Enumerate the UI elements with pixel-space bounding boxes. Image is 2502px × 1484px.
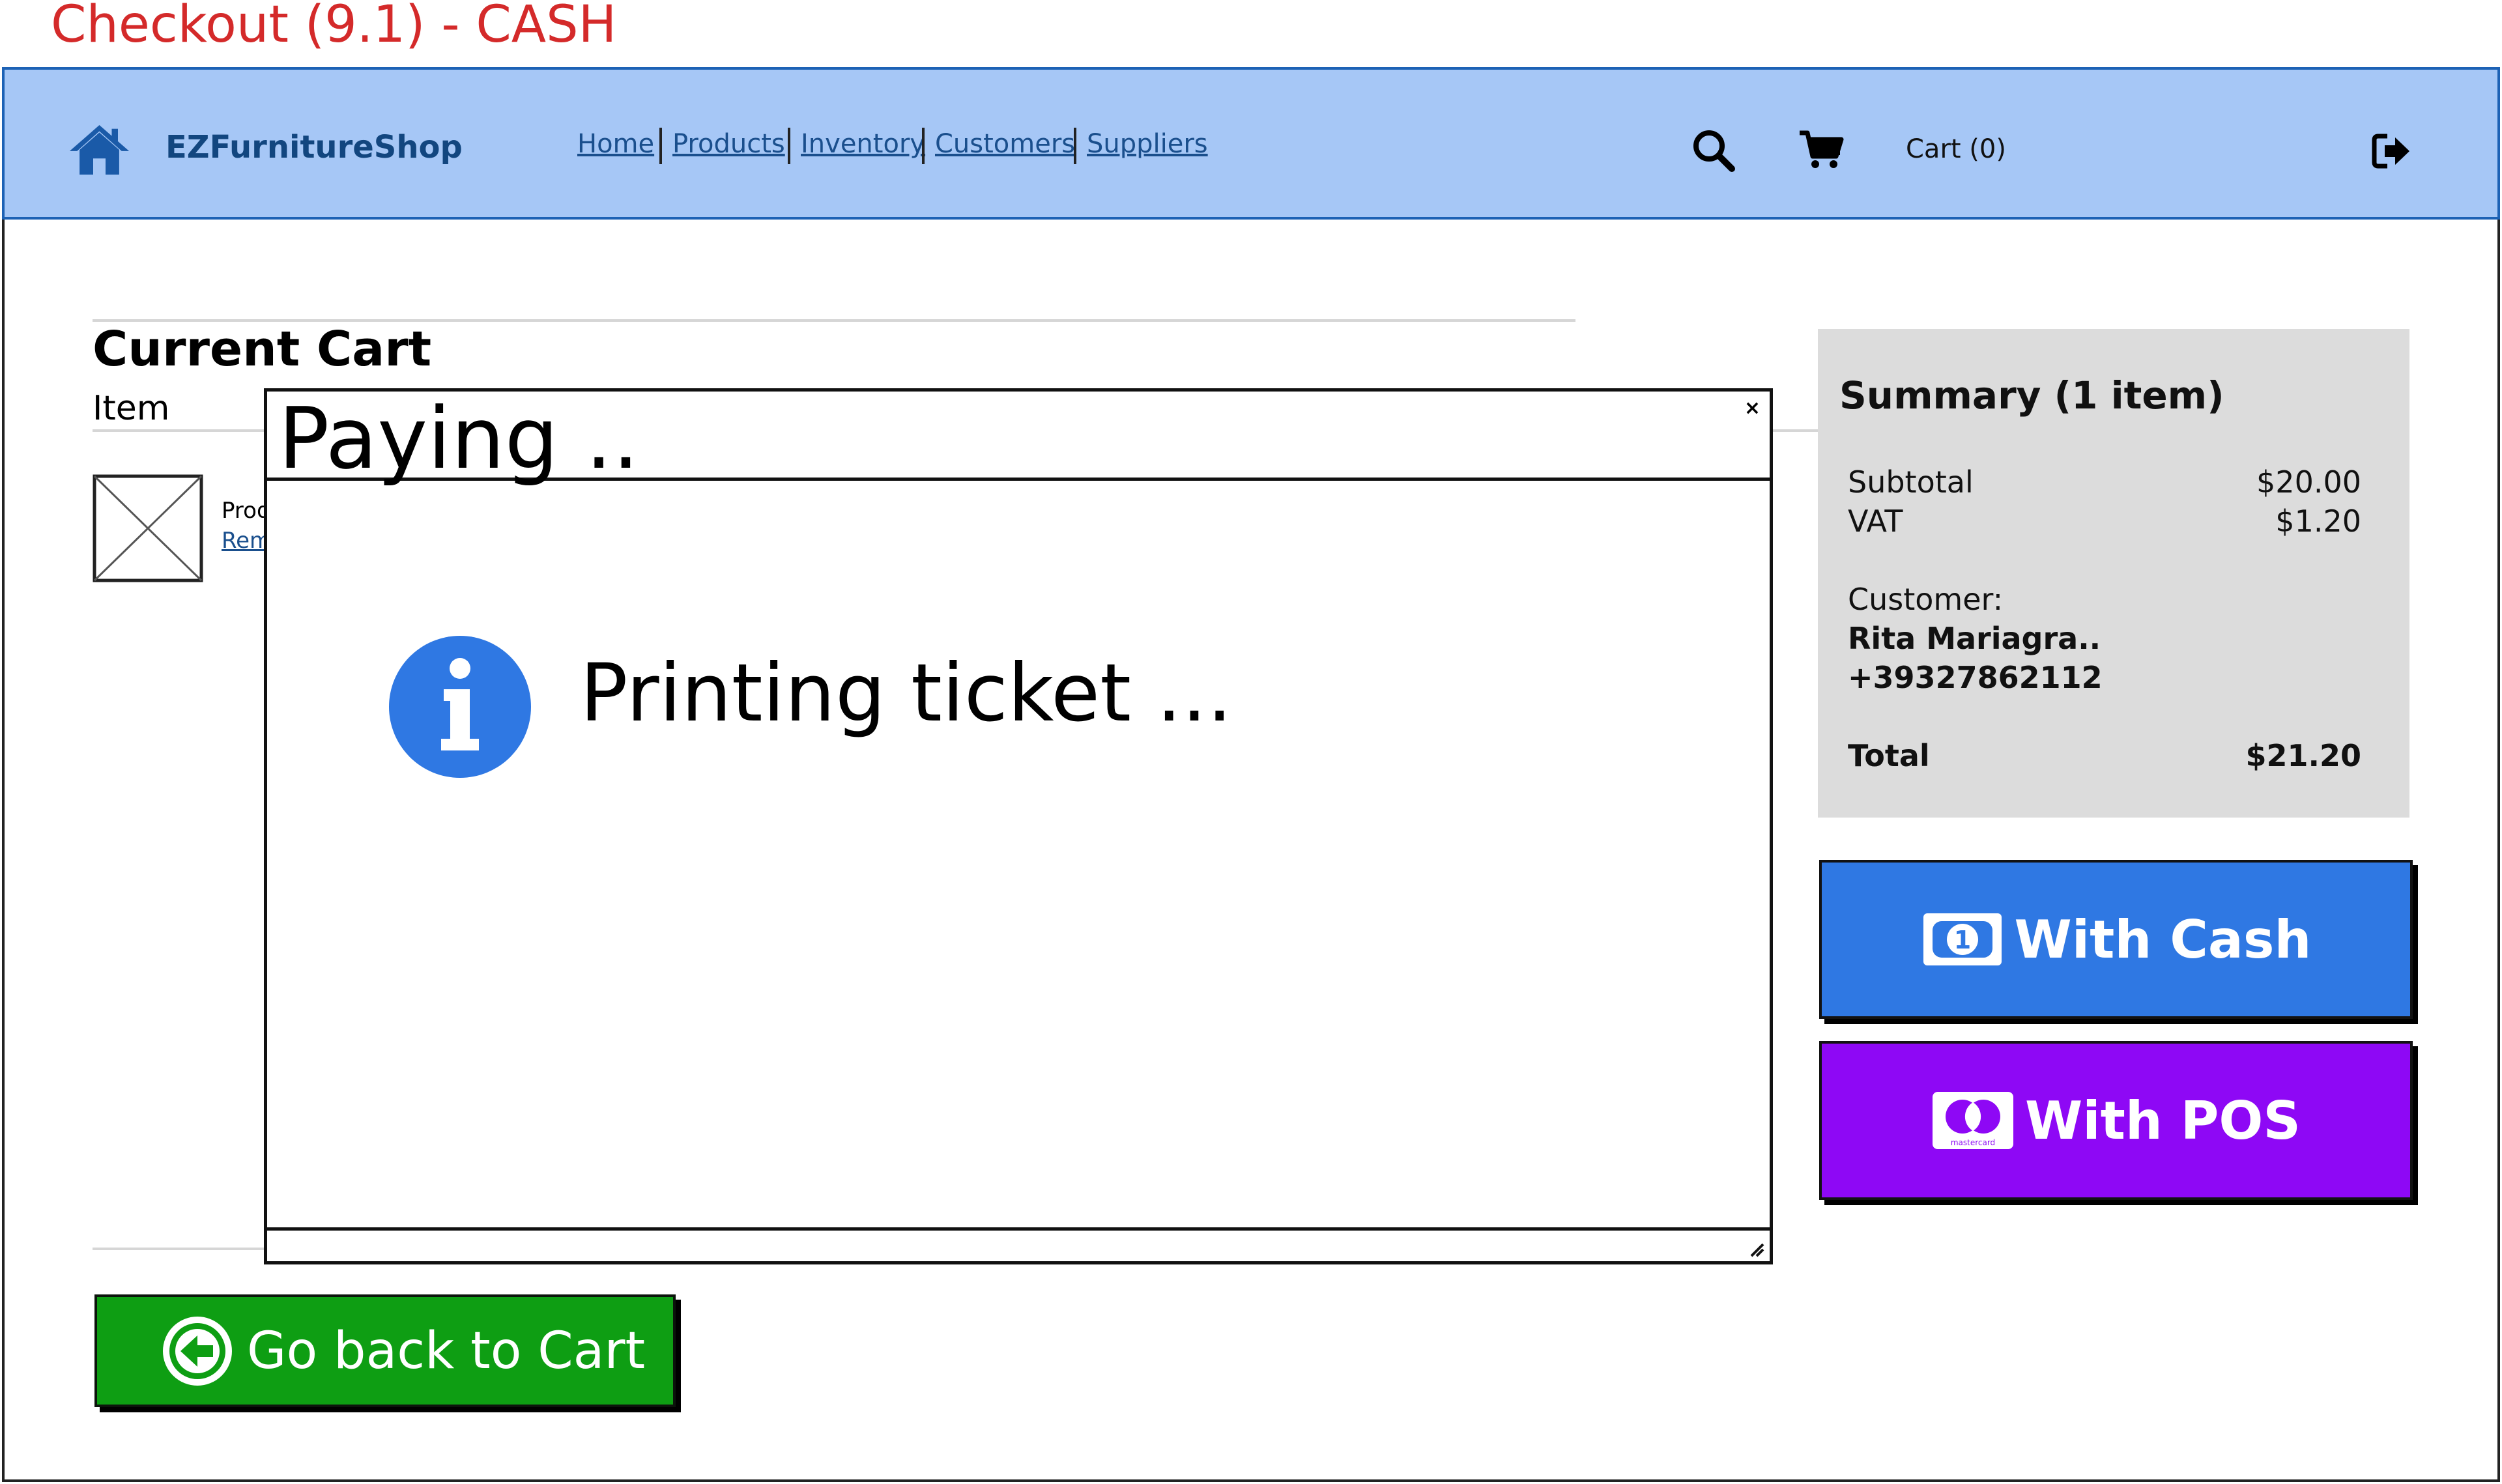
customer-label: Customer: xyxy=(1848,582,2004,617)
nav-link-products[interactable]: Products xyxy=(672,129,785,159)
home-icon[interactable] xyxy=(68,124,130,176)
nav-separator xyxy=(788,128,790,164)
subtotal-value: $20.00 xyxy=(2256,464,2361,500)
summary-panel: Summary (1 item) Subtotal $20.00 VAT $1.… xyxy=(1818,329,2409,818)
brand-name[interactable]: EZFurnitureShop xyxy=(165,129,463,165)
pay-with-cash-button[interactable]: 1 With Cash xyxy=(1819,860,2413,1019)
modal-title: Paying .. xyxy=(278,389,640,488)
cart-title: Current Cart xyxy=(93,321,432,377)
customer-name: Rita Mariagra.. xyxy=(1848,621,2101,656)
go-back-to-cart-button[interactable]: Go back to Cart xyxy=(94,1294,676,1407)
product-image-placeholder xyxy=(93,474,203,582)
pay-with-pos-button[interactable]: mastercard With POS xyxy=(1819,1041,2413,1200)
vat-label: VAT xyxy=(1848,504,1903,539)
total-value: $21.20 xyxy=(2245,738,2361,773)
nav-link-suppliers[interactable]: Suppliers xyxy=(1087,129,1208,159)
nav-separator xyxy=(1074,128,1076,164)
subtotal-label: Subtotal xyxy=(1848,464,1974,500)
resize-handle-icon[interactable] xyxy=(1747,1240,1764,1257)
summary-title: Summary (1 item) xyxy=(1839,373,2224,418)
info-icon xyxy=(389,636,531,778)
customer-phone: +39327862112 xyxy=(1848,660,2103,695)
nav-separator xyxy=(659,128,662,164)
close-icon[interactable]: × xyxy=(1744,397,1761,420)
divider xyxy=(93,1248,275,1250)
paying-modal: Paying .. × Printing ticket ... xyxy=(264,388,1773,1264)
arrow-left-circle-icon xyxy=(163,1316,232,1386)
go-back-to-cart-label: Go back to Cart xyxy=(247,1321,646,1380)
mastercard-icon: mastercard xyxy=(1933,1092,2014,1149)
mastercard-text: mastercard xyxy=(1951,1138,1995,1147)
vat-value: $1.20 xyxy=(2275,504,2361,539)
svg-text:1: 1 xyxy=(1953,926,1970,954)
cart-icon[interactable] xyxy=(1798,129,1844,171)
modal-titlebar: Paying .. × xyxy=(267,389,1770,488)
cash-bill-icon: 1 xyxy=(1923,913,2002,965)
page-caption: Checkout (9.1) - CASH xyxy=(51,0,617,54)
search-icon[interactable] xyxy=(1691,128,1736,173)
pay-with-pos-label: With POS xyxy=(2025,1090,2301,1151)
nav-link-customers[interactable]: Customers xyxy=(935,129,1075,159)
nav-link-home[interactable]: Home xyxy=(577,129,654,159)
modal-footer xyxy=(267,1227,1770,1261)
modal-message: Printing ticket ... xyxy=(580,647,1233,739)
cart-link[interactable]: Cart (0) xyxy=(1906,134,2006,164)
logout-icon[interactable] xyxy=(2372,132,2412,170)
item-column-header: Item xyxy=(93,389,170,428)
pay-with-cash-label: With Cash xyxy=(2014,909,2312,970)
total-label: Total xyxy=(1848,738,1930,773)
nav-link-inventory[interactable]: Inventory xyxy=(801,129,925,159)
nav-separator xyxy=(922,128,925,164)
